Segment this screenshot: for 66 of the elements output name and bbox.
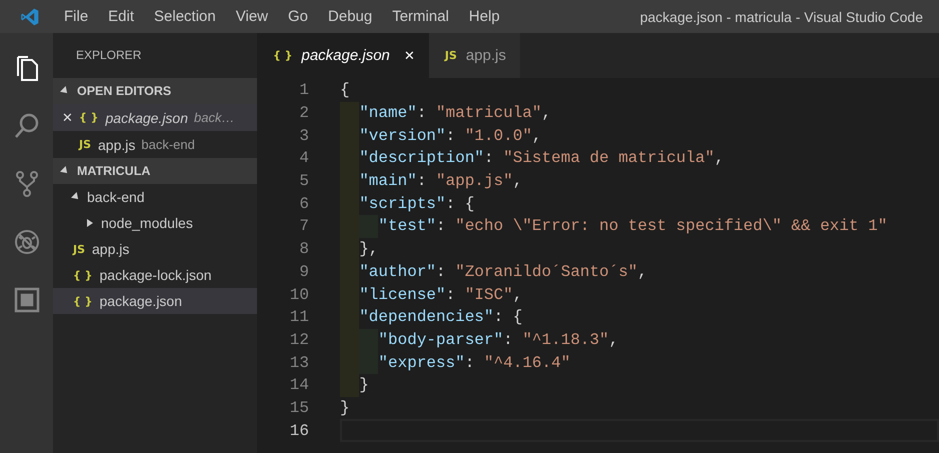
menu-item[interactable]: Go xyxy=(278,8,318,25)
menu-item[interactable]: Selection xyxy=(144,8,226,25)
line-number: 15 xyxy=(288,398,310,417)
file-type-icon: JS xyxy=(73,242,86,256)
code-line: "description": "Sistema de matricula", xyxy=(359,149,724,168)
editor-tab[interactable]: JS app.js xyxy=(428,33,520,78)
code-line: } xyxy=(359,376,369,394)
code-line: "dependencies": { xyxy=(359,308,522,326)
line-number: 3 xyxy=(298,126,310,145)
line-number: 1 xyxy=(298,81,310,100)
code-line: { xyxy=(340,81,350,100)
open-editor-item[interactable]: JS app.js back-end xyxy=(53,131,257,158)
line-number: 7 xyxy=(298,217,310,236)
line-number: 14 xyxy=(288,376,310,394)
code-line: "version": "1.0.0", xyxy=(359,126,542,145)
sidebar-title: EXPLORER xyxy=(75,47,142,64)
window-title: package.json - matricula - Visual Studio Code xyxy=(640,8,923,24)
section-header[interactable]: MATRICULA xyxy=(53,158,257,184)
line-number: 5 xyxy=(298,172,310,190)
line-number: 4 xyxy=(298,149,310,168)
no-bug-icon[interactable] xyxy=(12,228,40,256)
code-line: "author": "Zoranildo´Santo´s", xyxy=(359,262,648,281)
code-line: "name": "matricula", xyxy=(359,104,552,122)
search-icon[interactable] xyxy=(12,112,40,140)
line-number: 10 xyxy=(288,286,310,304)
menu-item[interactable]: Terminal xyxy=(382,8,459,25)
menu-item[interactable]: Edit xyxy=(98,8,144,25)
code-line: "main": "app.js", xyxy=(359,172,522,190)
editor-tab[interactable]: { } package.json ✕ xyxy=(257,33,429,78)
line-number: 8 xyxy=(298,240,310,258)
open-editor-item[interactable]: ✕ { } package.json back… xyxy=(53,104,257,131)
menu-item[interactable]: Help xyxy=(458,8,510,25)
line-number: 11 xyxy=(288,308,310,326)
extensions-icon[interactable] xyxy=(12,286,40,314)
menu-item[interactable]: Debug xyxy=(318,8,382,25)
tree-item[interactable]: { } package-lock.json xyxy=(53,262,257,288)
file-type-icon: { } xyxy=(73,294,92,308)
code-line: "body-parser": "^1.18.3", xyxy=(378,330,618,349)
code-line: "express": "^4.16.4" xyxy=(378,354,570,372)
code-line: "license": "ISC", xyxy=(359,286,522,304)
file-type-icon: { } xyxy=(73,268,92,282)
tree-item[interactable]: node_modules xyxy=(53,210,257,236)
menu-item[interactable]: File xyxy=(54,8,98,25)
line-number: 12 xyxy=(288,330,310,349)
line-number: 2 xyxy=(298,104,310,122)
line-number: 16 xyxy=(288,422,310,440)
file-type-icon: { } xyxy=(79,111,98,124)
caret-icon xyxy=(71,192,81,202)
tree-item[interactable]: { } package.json xyxy=(53,288,257,314)
section-header[interactable]: OPEN EDITORS xyxy=(53,78,257,104)
menu-item[interactable]: View xyxy=(226,8,278,25)
close-icon[interactable]: ✕ xyxy=(62,110,73,125)
caret-icon xyxy=(87,219,93,227)
code-line: } xyxy=(340,398,350,417)
code-line: "test": "echo \"Error: no test specified\" && exit 1" xyxy=(378,217,888,236)
code-line: "scripts": { xyxy=(359,194,474,213)
tree-item[interactable]: JS app.js xyxy=(53,236,257,262)
line-number: 13 xyxy=(288,354,310,372)
caret-icon xyxy=(60,86,70,96)
line-number: 9 xyxy=(298,262,310,281)
app-logo-icon xyxy=(20,6,40,26)
line-number: 6 xyxy=(298,194,310,213)
tree-item[interactable]: back-end xyxy=(53,184,257,210)
file-type-icon: JS xyxy=(79,138,92,151)
code-line: }, xyxy=(359,240,378,258)
caret-icon xyxy=(60,166,70,176)
